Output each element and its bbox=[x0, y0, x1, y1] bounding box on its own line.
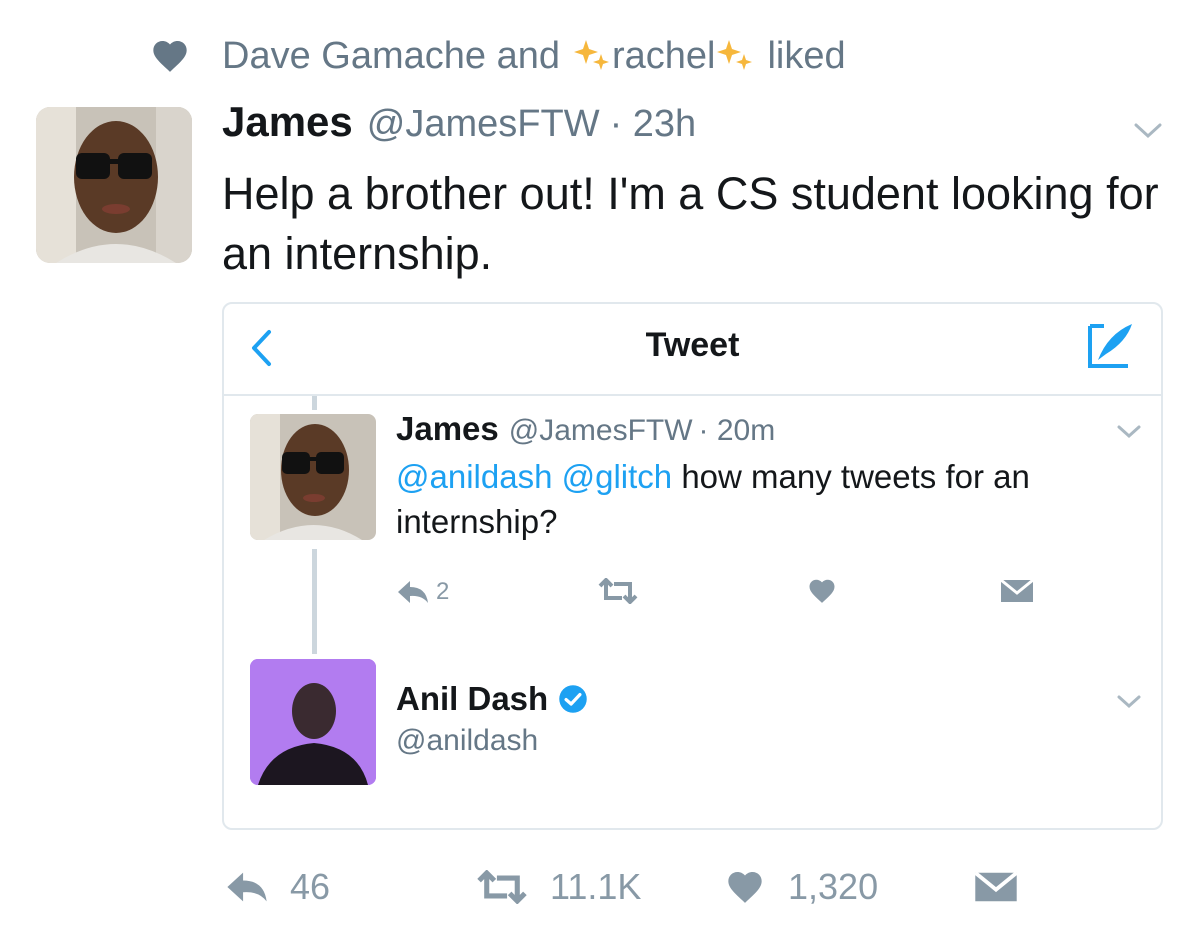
author-avatar[interactable] bbox=[36, 107, 192, 263]
heart-icon[interactable] bbox=[806, 576, 838, 606]
user-header: Anil Dash bbox=[396, 680, 588, 718]
sparkle-icon bbox=[717, 40, 753, 70]
retweet-icon bbox=[477, 870, 527, 904]
retweet-icon[interactable] bbox=[596, 578, 640, 604]
reply-icon bbox=[227, 872, 267, 902]
reply-icon bbox=[398, 581, 428, 603]
thread-line bbox=[312, 549, 317, 654]
reply-header: James @JamesFTW · 20m bbox=[396, 410, 775, 448]
context-name[interactable]: rachel bbox=[612, 35, 716, 78]
chevron-down-icon[interactable] bbox=[1116, 424, 1142, 440]
tweet-header: James @JamesFTW · 23h bbox=[222, 98, 696, 158]
reply-author-avatar[interactable] bbox=[250, 414, 376, 540]
like-action[interactable]: 1,320 bbox=[724, 862, 878, 912]
context-prefix[interactable]: Dave Gamache and bbox=[222, 35, 560, 78]
sparkle-icon bbox=[573, 40, 609, 70]
card-header: Tweet bbox=[224, 304, 1161, 396]
user-handle-row: @anildash bbox=[396, 724, 538, 758]
author-handle[interactable]: @JamesFTW bbox=[367, 103, 600, 146]
reply-author-name[interactable]: James bbox=[396, 410, 499, 448]
reply-author-handle[interactable]: @JamesFTW bbox=[509, 414, 693, 448]
retweet-action[interactable]: 11.1K bbox=[474, 862, 641, 912]
chevron-down-icon[interactable] bbox=[1116, 694, 1142, 710]
like-count: 1,320 bbox=[788, 866, 879, 907]
embedded-screenshot-card[interactable]: Tweet James @JamesFTW · 20m @anildash @g… bbox=[222, 302, 1163, 830]
heart-icon bbox=[153, 41, 187, 72]
tweet-actions: 46 11.1K 1,320 bbox=[224, 862, 1024, 912]
context-suffix: liked bbox=[767, 34, 846, 77]
tweet-text: Help a brother out! I'm a CS student loo… bbox=[222, 168, 1159, 279]
retweet-count: 11.1K bbox=[550, 866, 642, 907]
chevron-down-icon[interactable] bbox=[1133, 122, 1163, 140]
compose-icon[interactable] bbox=[1086, 320, 1136, 372]
direct-message-icon[interactable] bbox=[974, 870, 1018, 904]
verified-badge-icon bbox=[559, 685, 587, 713]
reply-action[interactable]: 2 bbox=[396, 578, 449, 606]
reply-action[interactable]: 46 bbox=[224, 862, 330, 912]
social-context: Dave Gamache and rachel liked bbox=[150, 28, 846, 84]
card-title: Tweet bbox=[645, 326, 740, 364]
user-handle[interactable]: @anildash bbox=[396, 724, 538, 758]
user-avatar[interactable] bbox=[250, 659, 376, 785]
user-name[interactable]: Anil Dash bbox=[396, 680, 548, 718]
tweet-time[interactable]: · 23h bbox=[610, 103, 697, 146]
author-name[interactable]: James bbox=[222, 98, 353, 146]
reply-time[interactable]: · 20m bbox=[699, 414, 776, 448]
direct-message-icon[interactable] bbox=[1000, 578, 1034, 604]
reply-count: 46 bbox=[290, 866, 331, 907]
thread-line bbox=[312, 396, 317, 410]
heart-icon bbox=[728, 872, 762, 903]
reply-text: @anildash @glitch how many tweets for an… bbox=[396, 454, 1136, 544]
mention-link[interactable]: @glitch bbox=[562, 458, 673, 495]
mention-link[interactable]: @anildash bbox=[396, 458, 552, 495]
reply-count: 2 bbox=[436, 578, 450, 605]
